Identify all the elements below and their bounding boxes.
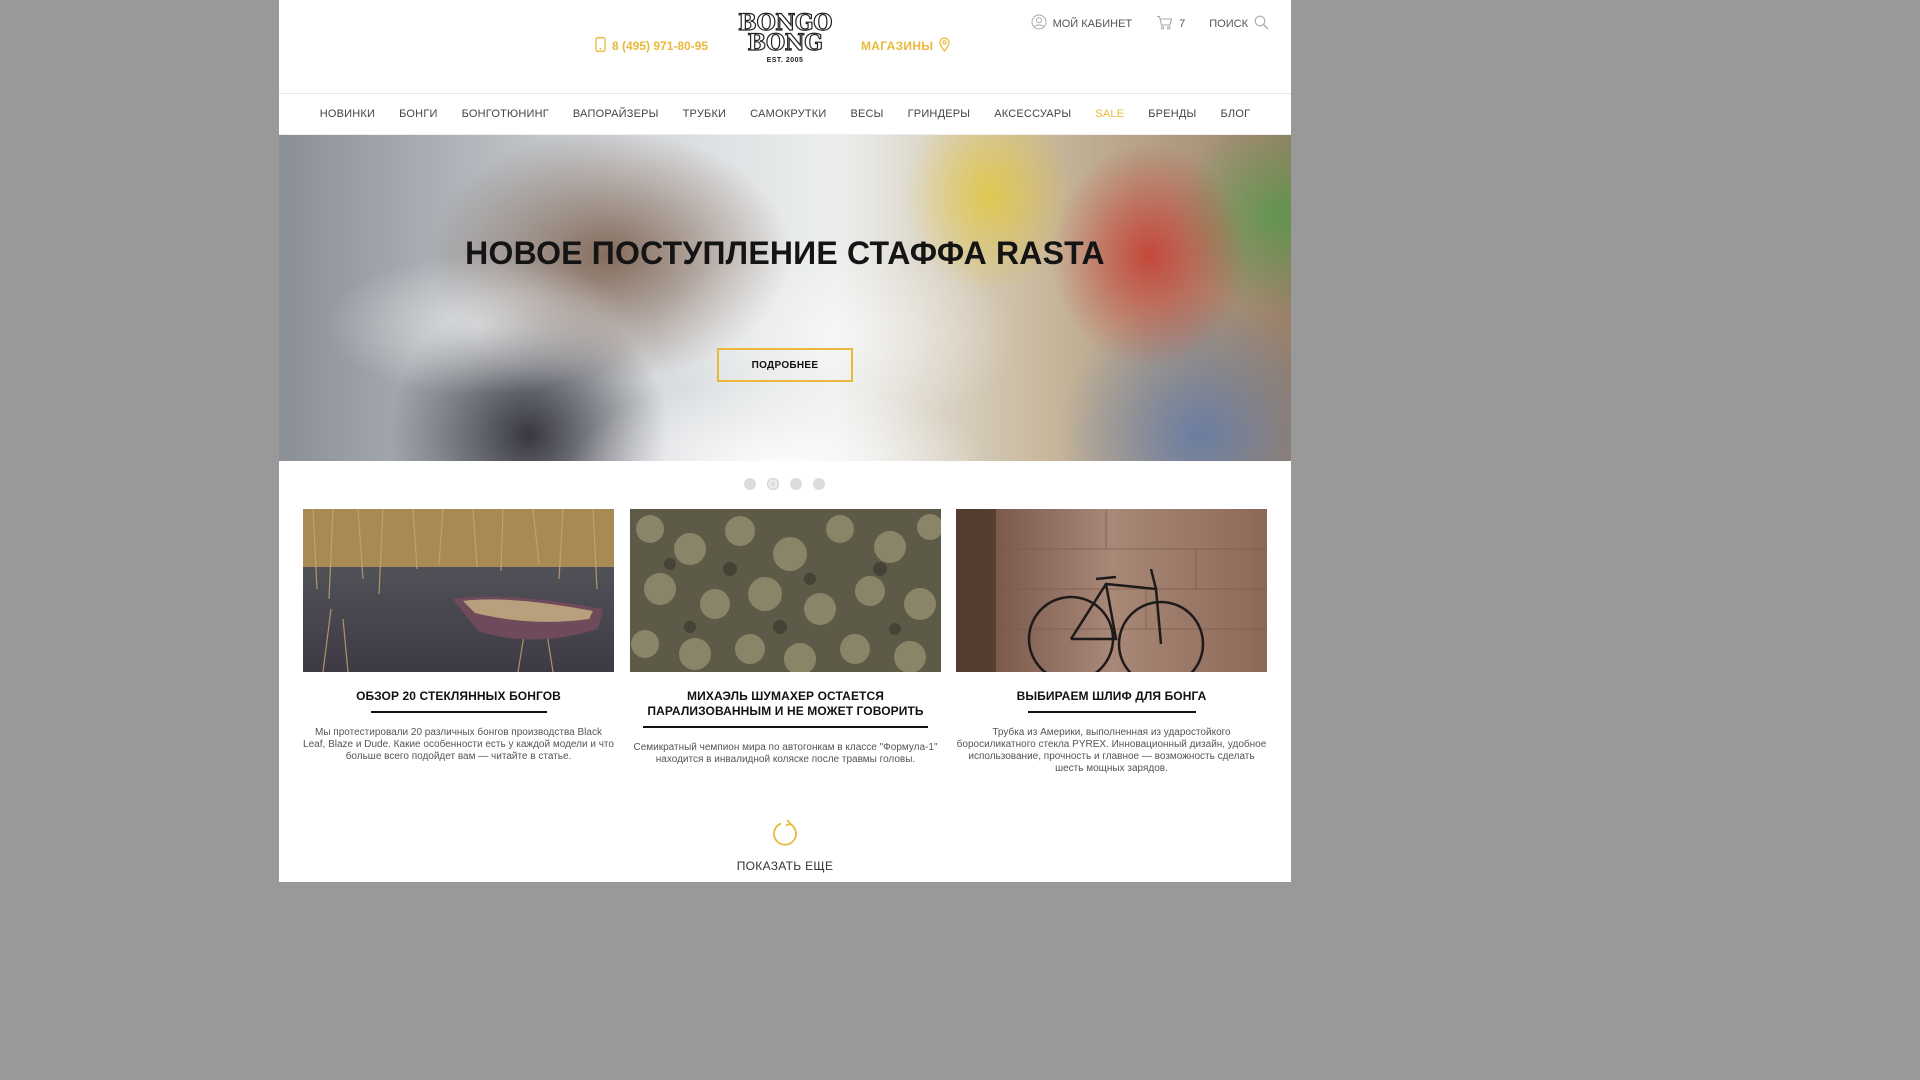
hero-image — [279, 135, 1291, 461]
main-nav: НОВИНКИ БОНГИ БОНГОТЮНИНГ ВАПОРАЙЗЕРЫ ТР… — [279, 94, 1291, 135]
account-link[interactable]: МОЙ КАБИНЕТ — [1031, 14, 1133, 33]
nav-item-rolling[interactable]: САМОКРУТКИ — [750, 108, 826, 120]
stores-label: МАГАЗИНЫ — [861, 39, 934, 53]
hero-more-button[interactable]: ПОДРОБНЕЕ — [717, 348, 853, 382]
account-label: МОЙ КАБИНЕТ — [1052, 17, 1133, 30]
show-more-label[interactable]: ПОКАЗАТЬ ЕЩЕ — [279, 859, 1291, 873]
card-image-bicycle[interactable] — [956, 509, 1267, 672]
card-title[interactable]: ОБЗОР 20 СТЕКЛЯННЫХ БОНГОВ — [319, 689, 599, 704]
card-title[interactable]: МИХАЭЛЬ ШУМАХЕР ОСТАЕТСЯ ПАРАЛИЗОВАННЫМ … — [636, 689, 936, 719]
header-actions: МОЙ КАБИНЕТ 7 ПОИСК — [1007, 14, 1269, 33]
page: 8 (495) 971-80-95 BONGO BONG EST. 2005 М… — [279, 0, 1291, 882]
nav-item-grinders[interactable]: ГРИНДЕРЫ — [908, 108, 971, 120]
card-title[interactable]: ВЫБИРАЕМ ШЛИФ ДЛЯ БОНГА — [972, 689, 1252, 704]
refresh-icon — [770, 819, 800, 852]
nav-item-accessories[interactable]: АКСЕССУАРЫ — [994, 108, 1071, 120]
nav-item-blog[interactable]: БЛОГ — [1221, 108, 1251, 120]
blog-card[interactable]: МИХАЭЛЬ ШУМАХЕР ОСТАЕТСЯ ПАРАЛИЗОВАННЫМ … — [630, 509, 941, 766]
card-divider — [1027, 711, 1196, 713]
hero-title: НОВОЕ ПОСТУПЛЕНИЕ СТАФФА RASTA — [465, 235, 1105, 271]
cart-link[interactable]: 7 — [1156, 15, 1185, 33]
nav-item-bongs[interactable]: БОНГИ — [399, 108, 437, 120]
nav-item-vaporizers[interactable]: ВАПОРАЙЗЕРЫ — [573, 108, 659, 120]
map-pin-icon — [939, 37, 950, 55]
nav-item-pipes[interactable]: ТРУБКИ — [683, 108, 727, 120]
user-icon — [1031, 14, 1047, 33]
cart-count: 7 — [1179, 17, 1186, 30]
blog-card[interactable]: ВЫБИРАЕМ ШЛИФ ДЛЯ БОНГА Трубка из Америк… — [956, 509, 1267, 775]
search-label: ПОИСК — [1209, 17, 1248, 30]
search-link[interactable]: ПОИСК — [1209, 15, 1269, 33]
slider-dot-1[interactable] — [744, 478, 756, 490]
blog-card[interactable]: ОБЗОР 20 СТЕКЛЯННЫХ БОНГОВ Мы протестиро… — [303, 509, 614, 763]
card-image-boat[interactable] — [303, 509, 614, 672]
logo-est: EST. 2005 — [766, 57, 804, 64]
nav-item-new[interactable]: НОВИНКИ — [320, 108, 375, 120]
phone-number: 8 (495) 971-80-95 — [612, 39, 709, 53]
phone-link[interactable]: 8 (495) 971-80-95 — [595, 37, 708, 55]
stores-link[interactable]: МАГАЗИНЫ — [861, 37, 950, 55]
card-text: Семикратный чемпион мира по автогонкам в… — [633, 742, 938, 765]
hero-slider: НОВОЕ ПОСТУПЛЕНИЕ СТАФФА RASTA ПОДРОБНЕЕ — [279, 135, 1291, 461]
slider-dot-2-active[interactable] — [767, 478, 779, 490]
nav-item-sale[interactable]: SALE — [1095, 108, 1124, 120]
card-image-buds[interactable] — [630, 509, 941, 672]
site-logo[interactable]: BONGO BONG EST. 2005 — [734, 11, 836, 79]
show-more[interactable]: ПОКАЗАТЬ ЕЩЕ — [279, 818, 1291, 873]
card-divider — [643, 726, 928, 728]
nav-item-scales[interactable]: ВЕСЫ — [850, 108, 883, 120]
slider-dot-3[interactable] — [790, 478, 802, 490]
card-text: Мы протестировали 20 различных бонгов пр… — [303, 727, 614, 762]
logo-text-bottom: BONG — [747, 30, 824, 56]
search-icon — [1254, 15, 1269, 33]
card-text: Трубка из Америки, выполненная из ударос… — [956, 727, 1267, 774]
cart-icon — [1156, 15, 1173, 33]
phone-icon — [595, 37, 606, 55]
slider-dot-4[interactable] — [813, 478, 825, 490]
site-header: 8 (495) 971-80-95 BONGO BONG EST. 2005 М… — [279, 0, 1291, 94]
slider-dots — [744, 478, 825, 490]
card-divider — [370, 711, 547, 713]
nav-item-brands[interactable]: БРЕНДЫ — [1148, 108, 1196, 120]
nav-item-bong-tuning[interactable]: БОНГОТЮНИНГ — [462, 108, 549, 120]
